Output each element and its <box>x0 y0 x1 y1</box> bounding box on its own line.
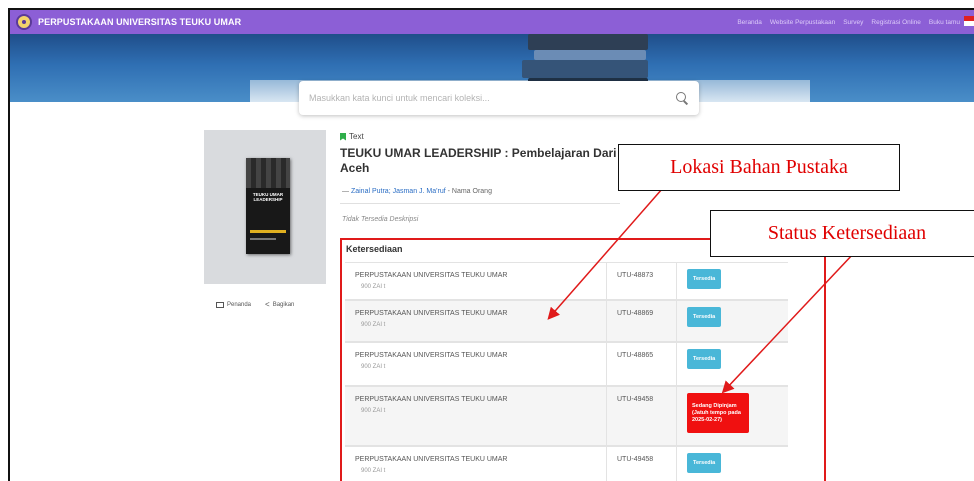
nav-link-buku-tamu[interactable]: Buku tamu <box>929 19 960 26</box>
nav-link-website[interactable]: Website Perpustakaan <box>770 19 835 26</box>
nav-link-survey[interactable]: Survey <box>843 19 863 26</box>
brand-title[interactable]: PERPUSTAKAAN UNIVERSITAS TEUKU UMAR <box>38 17 241 27</box>
author-link[interactable]: Zainal Putra; Jasman J. Ma'ruf <box>351 188 446 195</box>
material-type-label: Text <box>349 132 364 141</box>
book-description: Tidak Tersedia Deskripsi <box>342 216 419 223</box>
share-button[interactable]: < Bagikan <box>265 301 294 309</box>
book-cover-image[interactable]: TEUKU UMAR LEADERSHIP <box>246 158 290 254</box>
book-cover-container: TEUKU UMAR LEADERSHIP <box>204 130 326 284</box>
university-logo-icon[interactable] <box>16 14 32 30</box>
language-flag-icon[interactable] <box>964 16 974 26</box>
authors-dash: — <box>342 188 349 195</box>
bookmark-icon <box>216 302 224 308</box>
bookmark-label: Penanda <box>227 302 252 308</box>
book-title: TEUKU UMAR LEADERSHIP : Pembelajaran Dar… <box>340 146 617 175</box>
authors-role: - Nama Orang <box>447 188 492 195</box>
divider <box>340 203 620 204</box>
bookmark-type-icon <box>340 132 346 141</box>
nav-links: Beranda Website Perpustakaan Survey Regi… <box>737 10 960 34</box>
search-icon[interactable] <box>675 91 689 105</box>
cover-title: TEUKU UMAR LEADERSHIP <box>252 192 284 202</box>
nav-link-registrasi[interactable]: Registrasi Online <box>871 19 921 26</box>
share-icon: < <box>265 300 270 309</box>
bookmark-button[interactable]: Penanda <box>216 301 251 309</box>
share-label: Bagikan <box>272 302 295 308</box>
book-actions: Penanda < Bagikan <box>216 301 294 309</box>
top-navbar: PERPUSTAKAAN UNIVERSITAS TEUKU UMAR Bera… <box>10 10 974 34</box>
location-annotation: Lokasi Bahan Pustaka <box>618 144 900 191</box>
search-input[interactable]: Masukkan kata kunci untuk mencari koleks… <box>309 93 675 103</box>
search-bar[interactable]: Masukkan kata kunci untuk mencari koleks… <box>299 81 699 115</box>
screenshot-frame: PERPUSTAKAAN UNIVERSITAS TEUKU UMAR Bera… <box>8 8 974 481</box>
book-authors: — Zainal Putra; Jasman J. Ma'ruf - Nama … <box>342 188 492 195</box>
nav-link-beranda[interactable]: Beranda <box>737 19 762 26</box>
availability-highlight-box <box>340 238 826 481</box>
material-type: Text <box>340 132 364 141</box>
status-annotation: Status Ketersediaan <box>710 210 974 257</box>
